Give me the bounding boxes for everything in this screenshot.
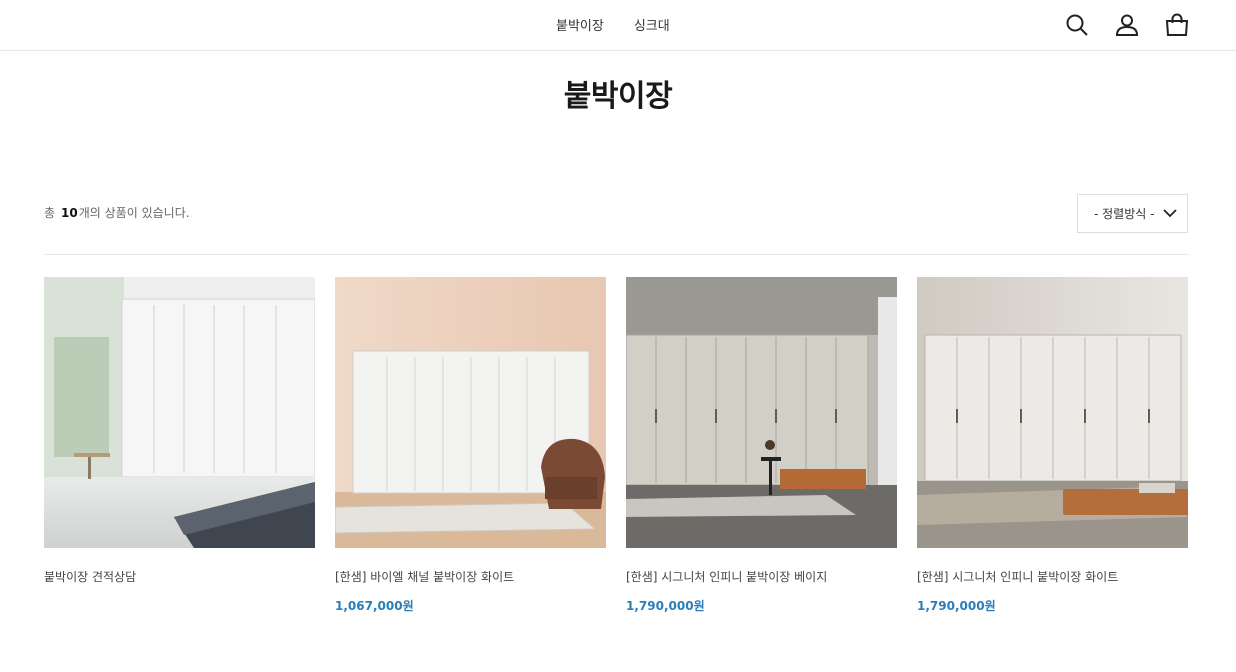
product-card[interactable]: [한샘] 시그니처 인피니 붙박이장 베이지 1,790,000원 xyxy=(626,277,897,614)
product-card[interactable]: 붙박이장 견적상담 xyxy=(44,277,315,614)
product-image[interactable] xyxy=(335,277,606,548)
sort-label: - 정렬방식 - xyxy=(1094,207,1155,221)
product-name[interactable]: [한샘] 시그니처 인피니 붙박이장 베이지 xyxy=(626,568,897,584)
user-icon[interactable] xyxy=(1115,13,1139,37)
product-image[interactable] xyxy=(626,277,897,548)
shopping-bag-icon[interactable] xyxy=(1165,13,1189,37)
product-price: 1,790,000원 xyxy=(626,599,705,613)
product-price: 1,790,000원 xyxy=(917,599,996,613)
product-card[interactable]: [한샘] 바이엘 채널 붙박이장 화이트 1,067,000원 xyxy=(335,277,606,614)
product-image[interactable] xyxy=(44,277,315,548)
product-count: 총 10개의 상품이 있습니다. xyxy=(44,204,190,221)
count-suffix: 개의 상품이 있습니다. xyxy=(78,206,190,220)
product-name[interactable]: [한샘] 바이엘 채널 붙박이장 화이트 xyxy=(335,568,606,584)
page-title: 붙박이장 xyxy=(563,79,673,114)
count-value: 10 xyxy=(61,206,78,220)
product-name[interactable]: 붙박이장 견적상담 xyxy=(44,568,315,584)
sort-select[interactable]: - 정렬방식 - xyxy=(1077,194,1188,233)
main-nav: 붙박이장 싱크대 xyxy=(556,15,670,34)
product-name[interactable]: [한샘] 시그니처 인피니 붙박이장 화이트 xyxy=(917,568,1188,584)
top-header: 붙박이장 싱크대 xyxy=(0,0,1236,51)
product-card[interactable]: [한샘] 시그니처 인피니 붙박이장 화이트 1,790,000원 xyxy=(917,277,1188,614)
product-grid: 붙박이장 견적상담 [한샘] 바이엘 채널 붙박이장 화이트 1,067,000… xyxy=(44,277,1188,614)
chevron-down-icon xyxy=(1163,209,1177,218)
nav-item-built-in-closet[interactable]: 붙박이장 xyxy=(556,15,604,34)
nav-item-sink[interactable]: 싱크대 xyxy=(634,15,670,34)
count-prefix: 총 xyxy=(44,206,56,220)
product-image[interactable] xyxy=(917,277,1188,548)
product-price: 1,067,000원 xyxy=(335,599,414,613)
search-icon[interactable] xyxy=(1065,13,1089,37)
header-icons xyxy=(1065,13,1189,37)
divider xyxy=(44,254,1189,255)
